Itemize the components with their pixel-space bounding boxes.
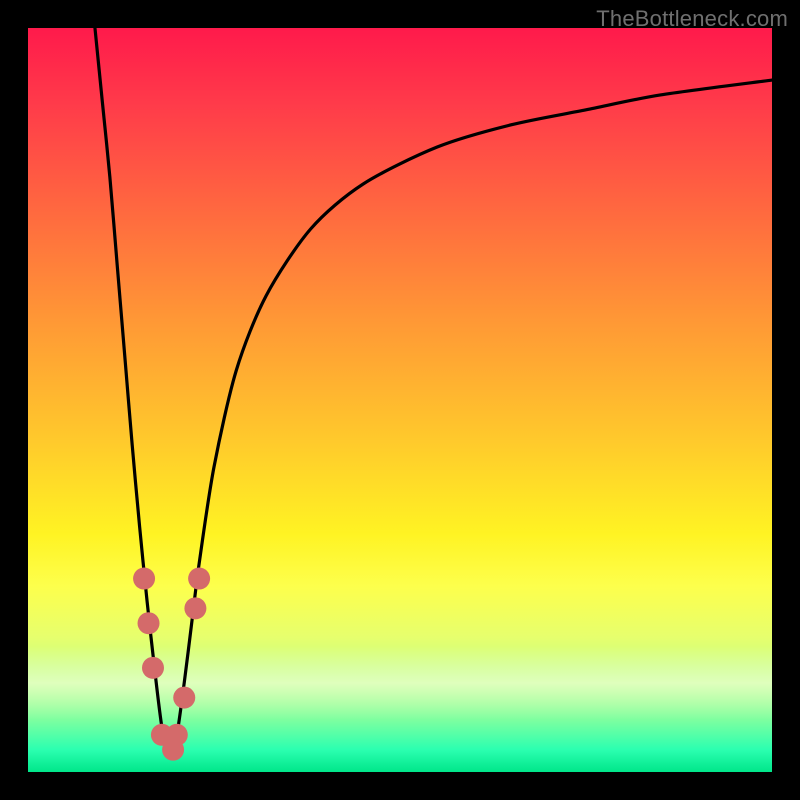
data-markers xyxy=(133,568,210,761)
data-marker xyxy=(138,612,160,634)
data-marker xyxy=(142,657,164,679)
data-marker xyxy=(184,597,206,619)
data-marker xyxy=(166,724,188,746)
data-marker xyxy=(173,687,195,709)
data-marker xyxy=(133,568,155,590)
chart-frame: TheBottleneck.com xyxy=(0,0,800,800)
bottleneck-curve xyxy=(95,28,772,757)
curve-svg xyxy=(28,28,772,772)
data-marker xyxy=(188,568,210,590)
plot-area xyxy=(28,28,772,772)
